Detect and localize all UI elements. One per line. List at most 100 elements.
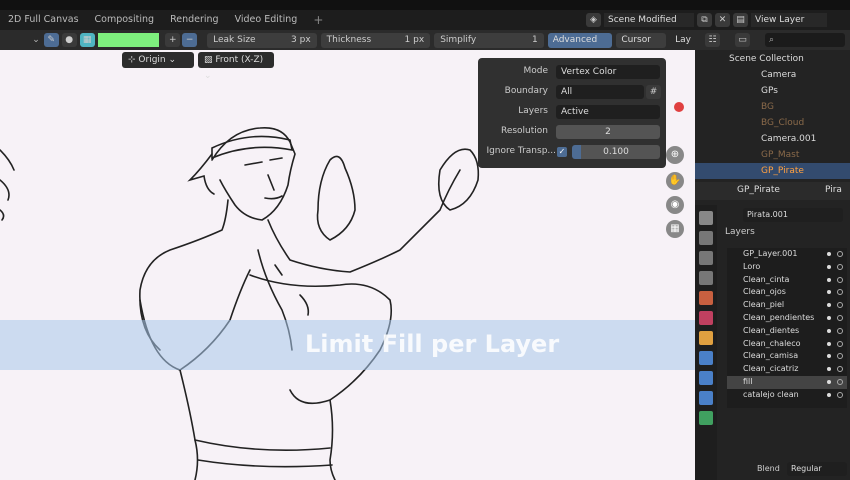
pin-icon[interactable]: ✎	[43, 33, 59, 47]
data-name-field[interactable]: Pirata.001	[743, 208, 843, 222]
object-name-2[interactable]: Pira	[825, 185, 842, 195]
layer-row[interactable]: Clean_chaleco	[727, 338, 847, 351]
layers-panel-header[interactable]: Layers	[725, 227, 755, 237]
visibility-icon[interactable]	[827, 367, 831, 372]
vertex-color-icon[interactable]: ▦	[79, 33, 95, 47]
tool-icon[interactable]	[699, 211, 713, 225]
outliner-item-gp-mast[interactable]: GP_Mast	[695, 147, 850, 163]
hash-icon[interactable]: #	[646, 85, 661, 99]
modifier-icon[interactable]	[699, 351, 713, 365]
minus-icon[interactable]: −	[182, 33, 198, 47]
thickness-field[interactable]: Thickness 1 px	[320, 32, 431, 48]
outliner-item-camera-001[interactable]: Camera.001	[695, 131, 850, 147]
data-icon[interactable]	[699, 411, 713, 425]
lock-icon[interactable]	[837, 391, 843, 398]
zoom-icon[interactable]: ⊕	[666, 146, 684, 164]
leak-size-field[interactable]: Leak Size 3 px	[207, 32, 317, 48]
outliner-item-gps[interactable]: GPs	[695, 83, 850, 99]
material-sphere-icon[interactable]: ●	[61, 33, 77, 47]
layer-dropdown[interactable]: Lay	[670, 33, 696, 48]
output-icon[interactable]	[699, 251, 713, 265]
lock-icon[interactable]	[837, 263, 843, 270]
origin-dropdown[interactable]: ⊹ Origin ⌄	[122, 52, 194, 68]
object-icon[interactable]	[699, 331, 713, 345]
cursor-dropdown[interactable]: Cursor ⌄	[616, 32, 667, 60]
search-input[interactable]: ⌕	[765, 33, 845, 47]
grid-toggle-icon[interactable]: ▦	[666, 220, 684, 238]
visibility-icon[interactable]	[827, 341, 831, 346]
world-icon[interactable]	[699, 311, 713, 325]
view-layer-tab-icon[interactable]	[699, 271, 713, 285]
lock-icon[interactable]	[837, 314, 843, 321]
tab-rendering[interactable]: Rendering	[162, 10, 227, 30]
view-layer-icon[interactable]: ▤	[733, 13, 748, 27]
outliner-item-bg-cloud[interactable]: BG_Cloud	[695, 115, 850, 131]
advanced-dropdown[interactable]: Advanced ⌄	[547, 32, 613, 60]
lock-icon[interactable]	[837, 276, 843, 283]
physics-icon[interactable]	[699, 391, 713, 405]
layer-row[interactable]: Clean_piel	[727, 299, 847, 312]
tab-2d-full-canvas[interactable]: 2D Full Canvas	[0, 10, 87, 30]
lock-icon[interactable]	[837, 353, 843, 360]
display-mode-icon[interactable]: ▭	[735, 33, 750, 47]
layer-row-active[interactable]: fill	[727, 375, 847, 389]
layer-row[interactable]: catalejo clean	[727, 389, 847, 402]
tab-compositing[interactable]: Compositing	[87, 10, 163, 30]
layer-row[interactable]: Clean_dientes	[727, 325, 847, 338]
add-workspace-button[interactable]: +	[305, 10, 331, 30]
lock-icon[interactable]	[837, 366, 843, 373]
lock-icon[interactable]	[837, 340, 843, 347]
layer-row[interactable]: Clean_cinta	[727, 274, 847, 287]
tab-video-editing[interactable]: Video Editing	[227, 10, 306, 30]
layer-row[interactable]: Clean_camisa	[727, 350, 847, 363]
visibility-icon[interactable]	[827, 315, 831, 320]
blend-dropdown[interactable]: Regular	[787, 462, 847, 476]
visibility-icon[interactable]	[827, 392, 831, 397]
boundary-dropdown[interactable]: All	[556, 85, 644, 99]
lock-icon[interactable]	[837, 327, 843, 334]
render-icon[interactable]	[699, 231, 713, 245]
outliner-item-bg[interactable]: BG	[695, 99, 850, 115]
layers-dropdown[interactable]: Active	[556, 105, 660, 119]
scene-name-field[interactable]: Scene Modified	[604, 13, 694, 27]
outliner-item-camera[interactable]: Camera	[695, 67, 850, 83]
visibility-icon[interactable]	[827, 252, 831, 256]
copy-icon[interactable]: ⧉	[697, 13, 712, 27]
view-layer-field[interactable]: View Layer	[751, 13, 827, 27]
mode-dropdown[interactable]: Vertex Color	[556, 65, 660, 79]
visibility-icon[interactable]	[827, 303, 831, 308]
resolution-field[interactable]: 2	[556, 125, 660, 139]
visibility-icon[interactable]	[827, 290, 831, 295]
plus-icon[interactable]: +	[165, 33, 181, 47]
scene-icon[interactable]: ◈	[586, 13, 601, 27]
camera-view-icon[interactable]: ◉	[666, 196, 684, 214]
close-icon[interactable]: ✕	[715, 13, 730, 27]
visibility-icon[interactable]	[827, 354, 831, 359]
layer-row[interactable]: Clean_cicatriz	[727, 363, 847, 376]
color-swatch[interactable]	[97, 33, 160, 47]
visibility-icon[interactable]	[827, 328, 831, 333]
layer-row[interactable]: Clean_pendientes	[727, 312, 847, 325]
layer-row[interactable]: Clean_ojos	[727, 286, 847, 299]
simplify-field[interactable]: Simplify 1	[434, 32, 544, 48]
visibility-icon[interactable]	[827, 277, 831, 282]
lock-icon[interactable]	[837, 251, 843, 257]
effects-icon[interactable]	[699, 371, 713, 385]
gizmo-axis-icon[interactable]	[674, 102, 684, 112]
layer-row[interactable]: GP_Layer.001	[727, 248, 847, 261]
visibility-icon[interactable]	[827, 264, 831, 269]
object-name[interactable]: GP_Pirate	[737, 185, 780, 195]
layer-row[interactable]: Loro	[727, 261, 847, 274]
editor-type-icon[interactable]: ☷	[705, 33, 720, 47]
dropdown-arrow-icon[interactable]: ⌄	[0, 35, 40, 45]
hand-pan-icon[interactable]: ✋	[666, 172, 684, 190]
ignore-transparent-checkbox[interactable]: ✓	[557, 147, 567, 157]
view-plane-dropdown[interactable]: ▨ Front (X-Z) ⌄	[198, 52, 274, 81]
lock-icon[interactable]	[837, 302, 843, 309]
scene-tab-icon[interactable]	[699, 291, 713, 305]
outliner-item-gp-pirate[interactable]: GP_Pirate	[695, 163, 850, 179]
lock-icon[interactable]	[837, 289, 843, 296]
ignore-transparent-slider[interactable]: 0.100	[572, 145, 660, 159]
lock-icon[interactable]	[837, 378, 843, 385]
visibility-icon[interactable]	[827, 379, 831, 384]
